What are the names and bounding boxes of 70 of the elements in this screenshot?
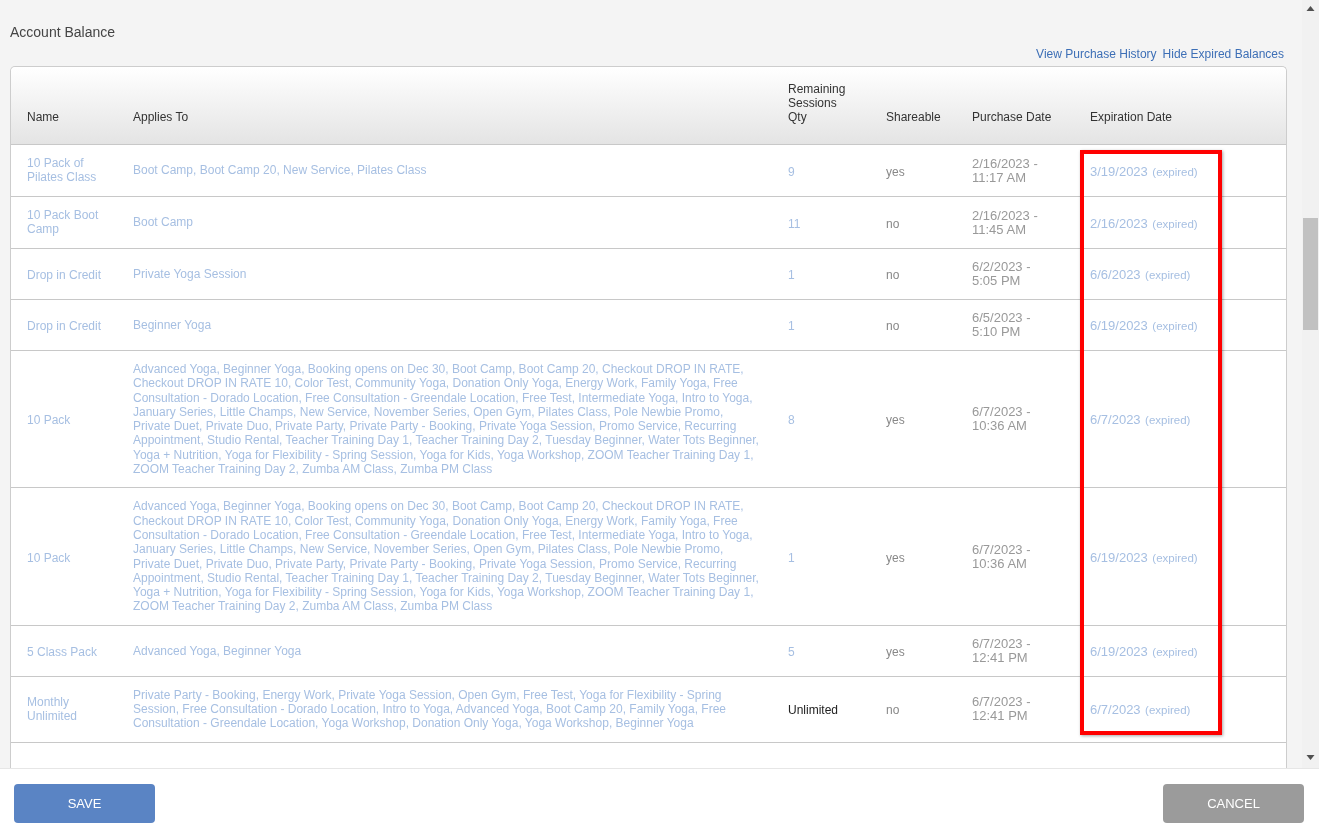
remaining-qty-link[interactable]: 11 xyxy=(788,216,801,231)
expiration-date-link[interactable]: 2/16/2023 xyxy=(1090,215,1148,231)
package-name-link[interactable]: Monthly Unlimited xyxy=(27,694,109,723)
column-header: Purchase Date xyxy=(972,110,1053,124)
expiration-date-link[interactable]: 6/19/2023 xyxy=(1090,549,1148,565)
package-name-link[interactable]: 5 Class Pack xyxy=(27,644,98,659)
expired-note: (expired) xyxy=(1145,269,1191,281)
expired-note: (expired) xyxy=(1152,165,1198,178)
applies-to-text: Boot Camp, Boot Camp 20, New Service, Pilates Class xyxy=(133,163,428,178)
expired-note: (expired) xyxy=(1145,414,1191,427)
expired-note: (expired) xyxy=(1152,320,1198,332)
save-button[interactable]: SAVE xyxy=(14,784,155,823)
package-name-link[interactable]: Drop in Credit xyxy=(27,319,102,333)
scroll-up-icon[interactable] xyxy=(1306,6,1315,11)
purchase-date-text: 6/7/2023 - 12:41 PM xyxy=(972,695,1032,724)
expiration-date-link[interactable]: 6/6/2023 xyxy=(1090,267,1141,282)
shareable-text: yes xyxy=(886,550,905,565)
expiration-date-link[interactable]: 6/7/2023 xyxy=(1090,412,1141,428)
applies-to-text: Advanced Yoga, Beginner Yoga xyxy=(133,643,303,658)
purchase-date-text: 2/16/2023 - 11:17 AM xyxy=(972,156,1039,185)
header-link[interactable]: View Purchase History xyxy=(1036,46,1157,61)
remaining-qty-link[interactable]: 8 xyxy=(788,413,795,428)
column-header: Remaining Sessions Qty xyxy=(788,82,847,124)
column-header: Applies To xyxy=(133,110,190,124)
section-title: Account Balance xyxy=(10,24,116,40)
remaining-qty-link[interactable]: 1 xyxy=(788,319,795,333)
expired-note: (expired) xyxy=(1145,704,1191,717)
package-name-link[interactable]: 10 Pack xyxy=(27,550,71,565)
purchase-date-text: 6/5/2023 - 5:10 PM xyxy=(972,311,1032,339)
shareable-text: no xyxy=(886,268,900,282)
remaining-qty-link[interactable]: 1 xyxy=(788,550,795,565)
shareable-text: yes xyxy=(886,413,905,428)
purchase-date-text: 6/7/2023 - 10:36 AM xyxy=(972,405,1032,434)
header-link[interactable]: Hide Expired Balances xyxy=(1162,46,1284,61)
shareable-text: no xyxy=(886,319,900,333)
column-header: Expiration Date xyxy=(1090,110,1174,124)
expiration-date-link[interactable]: 3/19/2023 xyxy=(1090,163,1148,179)
column-header: Name xyxy=(27,110,60,124)
remaining-qty-text: Unlimited xyxy=(788,703,838,718)
purchase-date-text: 6/7/2023 - 10:36 AM xyxy=(972,542,1032,571)
column-header: Shareable xyxy=(886,110,942,124)
purchase-date-text: 2/16/2023 - 11:45 AM xyxy=(972,208,1039,237)
expiration-date-link[interactable]: 6/7/2023 xyxy=(1090,702,1141,718)
applies-to-text: Private Yoga Session xyxy=(133,266,248,282)
applies-to-text: Advanced Yoga, Beginner Yoga, Booking opens on Dec 30, Boot Camp, Boot Camp 20, Checkout DROP IN RATE, Checkout DROP IN RATE 10, Color Test, Community Yoga, Donation Only Yoga, Energy Work, Family Yoga, Free Consultation - Dorado Location, Free Consultation - Greendale Location, Free Test, Intermediate Yoga, Intro to Yoga, January Series, Little Champs, New Service, November Series, Open Gym, Pilates Class, Pole Newbie Promo, Private Duet, Private Duo, Private Party, Private Party - Booking, Private Yoga Session, Promo Service, Recurring Appointment, Studio Rental, Teacher Training Day 1, Teacher Training Day 2, Tuesday Beginner, Water Tots Beginner, Yoga + Nutrition, Yoga for Flexibility - Spring Session, Yoga for Kids, Yoga Workshop, ZOOM Teacher Training Day 1, ZOOM Teacher Training Day 2, Zumba AM Class, Zumba PM Class xyxy=(133,362,760,477)
scrollbar-thumb[interactable] xyxy=(1303,218,1318,330)
package-name-link[interactable]: 10 Pack xyxy=(27,413,71,428)
remaining-qty-link[interactable]: 1 xyxy=(788,268,795,282)
remaining-qty-link[interactable]: 9 xyxy=(788,164,795,179)
purchase-date-text: 6/7/2023 - 12:41 PM xyxy=(972,636,1032,665)
expiration-date-link[interactable]: 6/19/2023 xyxy=(1090,643,1148,659)
expired-note: (expired) xyxy=(1152,645,1198,658)
applies-to-text: Beginner Yoga xyxy=(133,317,213,333)
applies-to-text: Boot Camp xyxy=(133,215,195,230)
package-name-link[interactable]: 10 Pack of Pilates Class xyxy=(27,156,109,184)
cancel-button[interactable]: CANCEL xyxy=(1163,784,1304,823)
package-name-link[interactable]: Drop in Credit xyxy=(27,268,102,282)
applies-to-text: Advanced Yoga, Beginner Yoga, Booking opens on Dec 30, Boot Camp, Boot Camp 20, Checkout DROP IN RATE, Checkout DROP IN RATE 10, Color Test, Community Yoga, Donation Only Yoga, Energy Work, Family Yoga, Free Consultation - Dorado Location, Free Consultation - Greendale Location, Free Test, Intermediate Yoga, Intro to Yoga, January Series, Little Champs, New Service, November Series, Open Gym, Pilates Class, Pole Newbie Promo, Private Duet, Private Duo, Private Party, Private Party - Booking, Private Yoga Session, Promo Service, Recurring Appointment, Studio Rental, Teacher Training Day 1, Teacher Training Day 2, Tuesday Beginner, Water Tots Beginner, Yoga + Nutrition, Yoga for Flexibility - Spring Session, Yoga for Kids, Yoga Workshop, ZOOM Teacher Training Day 1, ZOOM Teacher Training Day 2, Zumba AM Class, Zumba PM Class xyxy=(133,499,760,614)
purchase-date-text: 6/2/2023 - 5:05 PM xyxy=(972,260,1032,288)
expiration-date-link[interactable]: 6/19/2023 xyxy=(1090,318,1148,333)
expired-note: (expired) xyxy=(1152,217,1198,230)
shareable-text: yes xyxy=(886,164,905,179)
expired-note: (expired) xyxy=(1152,551,1198,564)
shareable-text: no xyxy=(886,703,900,718)
scroll-down-icon[interactable] xyxy=(1306,755,1315,760)
package-name-link[interactable]: 10 Pack Boot Camp xyxy=(27,208,109,236)
shareable-text: yes xyxy=(886,644,905,659)
remaining-qty-link[interactable]: 5 xyxy=(788,644,795,659)
applies-to-text: Private Party - Booking, Energy Work, Private Yoga Session, Open Gym, Free Test, Yoga for Flexibility - Spring Session, Free Consultation - Dorado Location, Intro to Yoga, Advanced Yoga, Boot Camp 20, Family Yoga, Free Consultation - Greendale Location, Yoga Workshop, Donation Only Yoga, Yoga Workshop, Beginner Yoga xyxy=(133,687,728,731)
shareable-text: no xyxy=(886,216,900,231)
